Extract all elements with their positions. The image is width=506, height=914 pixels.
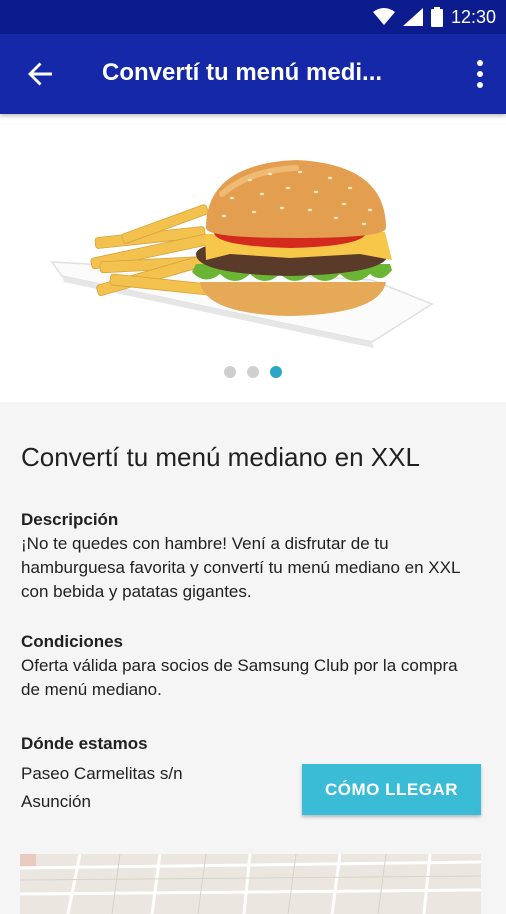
app-bar: Convertí tu menú medi... [0,34,506,114]
offer-title: Convertí tu menú mediano en XXL [21,442,420,472]
description-section: Descripción ¡No te quedes con hambre! Ve… [21,508,471,604]
wifi-icon [372,8,395,25]
offer-details: Convertí tu menú mediano en XXL Descripc… [0,402,506,914]
description-text: ¡No te quedes con hambre! Vení a disfrut… [21,534,460,601]
address: Paseo Carmelitas s/n Asunción [21,760,183,816]
carousel-indicator [0,366,506,378]
address-line-1: Paseo Carmelitas s/n [21,764,183,783]
address-line-2: Asunción [21,792,91,811]
location-heading: Dónde estamos [21,734,148,753]
app-bar-title: Convertí tu menú medi... [102,59,383,86]
carousel-dot[interactable] [224,366,236,378]
status-time: 12:30 [450,6,496,27]
battery-icon [430,7,443,27]
arrow-left-icon[interactable] [22,56,58,92]
signal-icon [402,8,423,26]
status-bar: 12:30 [0,0,506,34]
map-preview[interactable] [20,854,481,914]
description-heading: Descripción [21,510,119,529]
directions-button[interactable]: CÓMO LLEGAR [302,764,481,815]
location-section: Dónde estamos [21,732,471,756]
more-vert-icon[interactable] [474,58,486,90]
map-icon [20,854,481,914]
conditions-section: Condiciones Oferta válida para socios de… [21,630,471,702]
conditions-heading: Condiciones [21,632,124,651]
burger-fries-image [50,160,434,348]
image-carousel[interactable] [0,114,506,402]
carousel-dot-active[interactable] [270,366,282,378]
conditions-text: Oferta válida para socios de Samsung Clu… [21,656,458,699]
carousel-dot[interactable] [247,366,259,378]
